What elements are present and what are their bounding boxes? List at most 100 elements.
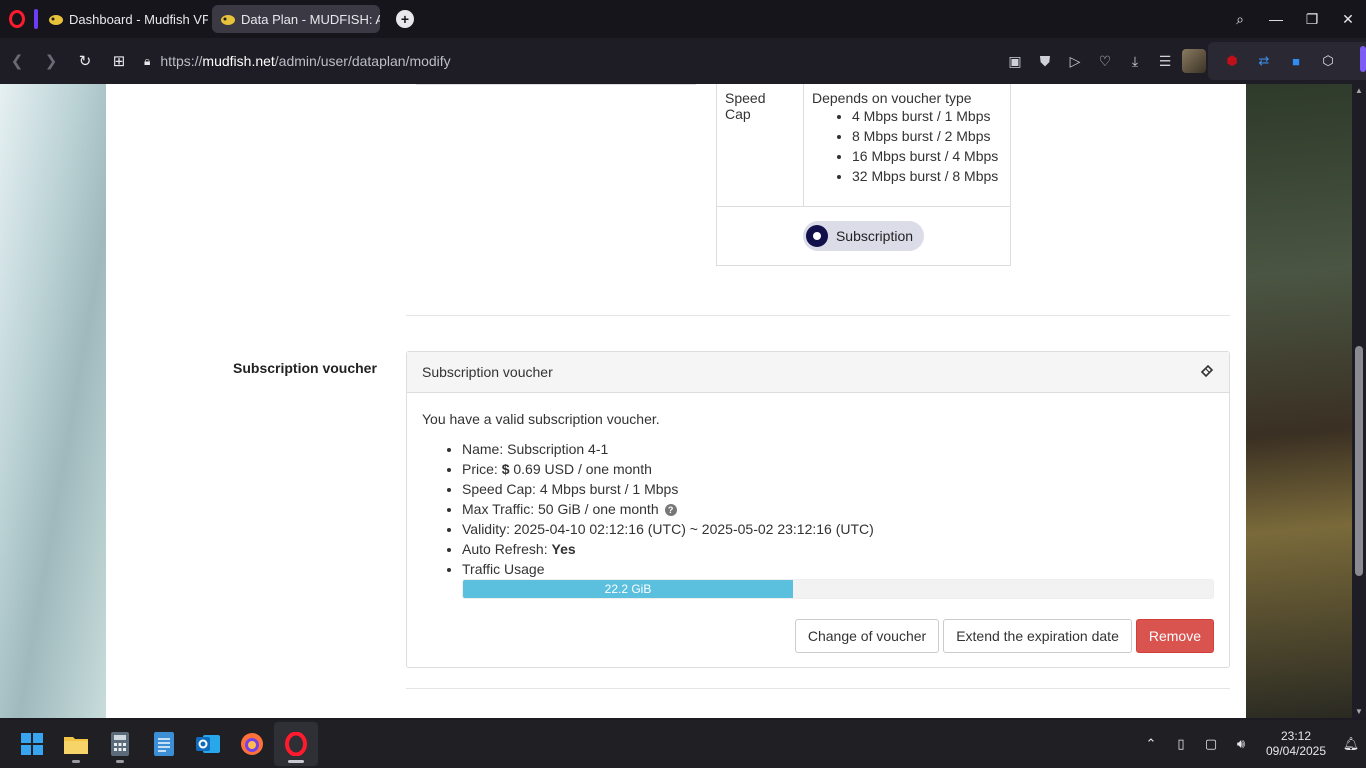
folder-icon: [64, 737, 88, 754]
lock-icon: 🔒︎: [144, 53, 151, 68]
extensions-bar: ⬢ ⇄ ■ ⬡: [1208, 42, 1366, 80]
mudfish-favicon-icon: [48, 11, 64, 27]
outlook-button[interactable]: [186, 722, 230, 766]
subscription-option-cell: Subscription: [717, 207, 1010, 265]
voucher-speed-cap: Speed Cap: 4 Mbps burst / 1 Mbps: [462, 479, 1214, 499]
bitwarden-extension-icon[interactable]: ■: [1280, 54, 1312, 69]
table-row: Speed Cap Depends on voucher type 4 Mbps…: [717, 84, 1010, 207]
calculator-icon: [111, 732, 129, 756]
opera-menu-icon[interactable]: [0, 0, 34, 38]
list-item: 32 Mbps burst / 8 Mbps: [852, 166, 1002, 186]
clock-time: 23:12: [1280, 729, 1312, 743]
windows-taskbar: ⌃ ▯ ▢ 🔊︎ 23:12 09/04/2025 🔔︎: [0, 720, 1366, 768]
notifications-icon[interactable]: 🔔︎: [1336, 736, 1366, 752]
file-explorer-button[interactable]: [54, 722, 98, 766]
panel-body: You have a valid subscription voucher. N…: [407, 393, 1229, 599]
start-button[interactable]: [10, 722, 54, 766]
divider: [416, 84, 696, 85]
subscription-voucher-panel: Subscription voucher You have a valid su…: [406, 351, 1230, 668]
clock-date: 09/04/2025: [1265, 744, 1327, 758]
shield-icon[interactable]: ⛊: [1030, 53, 1060, 70]
url-field[interactable]: 🔒︎ https://mudfish.net/admin/user/datapl…: [144, 53, 451, 69]
scrollbar-thumb[interactable]: [1355, 346, 1363, 576]
speed-cap-desc: Depends on voucher type: [812, 90, 972, 106]
translate-extension-icon[interactable]: ⇄: [1248, 53, 1280, 69]
extend-expiration-button[interactable]: Extend the expiration date: [943, 619, 1132, 653]
max-traffic-text: Max Traffic: 50 GiB / one month: [462, 501, 659, 517]
firefox-icon: [241, 733, 263, 755]
running-indicator: [72, 760, 80, 763]
send-icon[interactable]: ▷: [1060, 53, 1090, 70]
voucher-traffic-usage: Traffic Usage: [462, 559, 1214, 579]
tab-accent: [34, 9, 38, 29]
heart-icon[interactable]: ♡: [1090, 53, 1120, 70]
mudfish-favicon-icon: [220, 11, 236, 27]
ublock-icon[interactable]: ⬢: [1216, 53, 1248, 69]
search-tabs-icon[interactable]: ⌕: [1222, 11, 1258, 28]
opera-button[interactable]: [274, 722, 318, 766]
subscription-radio-label: Subscription: [835, 228, 914, 244]
clock[interactable]: 23:12 09/04/2025: [1256, 729, 1336, 759]
voucher-details-list: Name: Subscription 4-1 Price: $ 0.69 USD…: [462, 439, 1214, 579]
volume-icon[interactable]: 🔊︎: [1226, 736, 1256, 752]
address-bar-row: ❮ ❯ ↻ ⊞ 🔒︎ https://mudfish.net/admin/use…: [0, 38, 1366, 84]
running-indicator: [288, 760, 304, 763]
chevron-up-icon[interactable]: ⌃: [1136, 736, 1166, 752]
list-item: 16 Mbps burst / 4 Mbps: [852, 146, 1002, 166]
price-value: 0.69 USD / one month: [509, 461, 652, 477]
minimize-icon[interactable]: —: [1258, 11, 1294, 27]
url-host: mudfish.net: [202, 53, 275, 69]
list-item: 4 Mbps burst / 1 Mbps: [852, 106, 1002, 126]
camera-icon[interactable]: ▣: [1000, 53, 1030, 70]
ticket-icon: [1200, 364, 1214, 381]
notepad-button[interactable]: [142, 722, 186, 766]
tab-dashboard[interactable]: Dashboard - Mudfish VPN: [34, 5, 208, 33]
network-icon[interactable]: ▢: [1196, 736, 1226, 752]
remove-button[interactable]: Remove: [1135, 619, 1214, 653]
reload-icon[interactable]: ↻: [68, 52, 102, 70]
address-toolbar: ▣ ⛊ ▷ ♡ ⤓ ☰: [1000, 38, 1206, 84]
forward-icon[interactable]: ❯: [34, 52, 68, 70]
tab-data-plan[interactable]: Data Plan - MUDFISH: Acc: [212, 5, 380, 33]
speed-dial-icon[interactable]: ⊞: [102, 52, 136, 70]
list-item: 8 Mbps burst / 2 Mbps: [852, 126, 1002, 146]
page-viewport: Speed Cap Depends on voucher type 4 Mbps…: [0, 84, 1366, 718]
opera-icon: [285, 732, 307, 756]
radio-selected-icon[interactable]: [805, 225, 828, 247]
url-prefix: https://: [160, 53, 203, 69]
speed-cap-label: Speed Cap: [717, 84, 804, 206]
page-scrollbar[interactable]: ▲ ▼: [1352, 84, 1366, 718]
url-path: /admin/user/dataplan/modify: [274, 53, 451, 69]
browser-tab-bar: Dashboard - Mudfish VPN Data Plan - MUDF…: [0, 0, 1366, 38]
sidebar-scroll-indicator: [1360, 46, 1366, 72]
traffic-usage-progress: 22.2 GiB: [462, 579, 1214, 599]
notepad-icon: [154, 732, 174, 756]
scroll-down-icon[interactable]: ▼: [1352, 707, 1366, 716]
running-indicator: [116, 760, 124, 763]
tablet-icon[interactable]: ▯: [1166, 736, 1196, 752]
calculator-button[interactable]: [98, 722, 142, 766]
easy-setup-icon[interactable]: ☰: [1150, 53, 1180, 70]
system-tray: ⌃ ▯ ▢ 🔊︎ 23:12 09/04/2025 🔔︎: [1136, 720, 1366, 768]
restore-icon[interactable]: ❐: [1294, 11, 1330, 28]
subscription-radio-option[interactable]: Subscription: [802, 221, 925, 251]
back-icon[interactable]: ❮: [0, 52, 34, 70]
voucher-actions: Change of voucher Extend the expiration …: [794, 619, 1214, 653]
scroll-up-icon[interactable]: ▲: [1352, 86, 1366, 95]
speed-options-list: 4 Mbps burst / 1 Mbps 8 Mbps burst / 2 M…: [852, 106, 1002, 186]
profile-avatar[interactable]: [1182, 49, 1206, 73]
help-icon[interactable]: ?: [664, 504, 677, 516]
close-icon[interactable]: ✕: [1330, 11, 1366, 28]
new-tab-button[interactable]: +: [396, 10, 414, 28]
extensions-cube-icon[interactable]: ⬡: [1312, 53, 1344, 69]
panel-title: Subscription voucher: [422, 364, 553, 380]
background-right: [1246, 84, 1352, 718]
voucher-validity: Validity: 2025-04-10 02:12:16 (UTC) ~ 20…: [462, 519, 1214, 539]
voucher-price: Price: $ 0.69 USD / one month: [462, 459, 1214, 479]
change-voucher-button[interactable]: Change of voucher: [794, 619, 940, 653]
windows-logo-icon: [21, 733, 43, 755]
panel-header: Subscription voucher: [407, 352, 1229, 393]
download-icon[interactable]: ⤓: [1120, 53, 1150, 70]
firefox-button[interactable]: [230, 722, 274, 766]
tab-title: Dashboard - Mudfish VPN: [69, 11, 208, 27]
